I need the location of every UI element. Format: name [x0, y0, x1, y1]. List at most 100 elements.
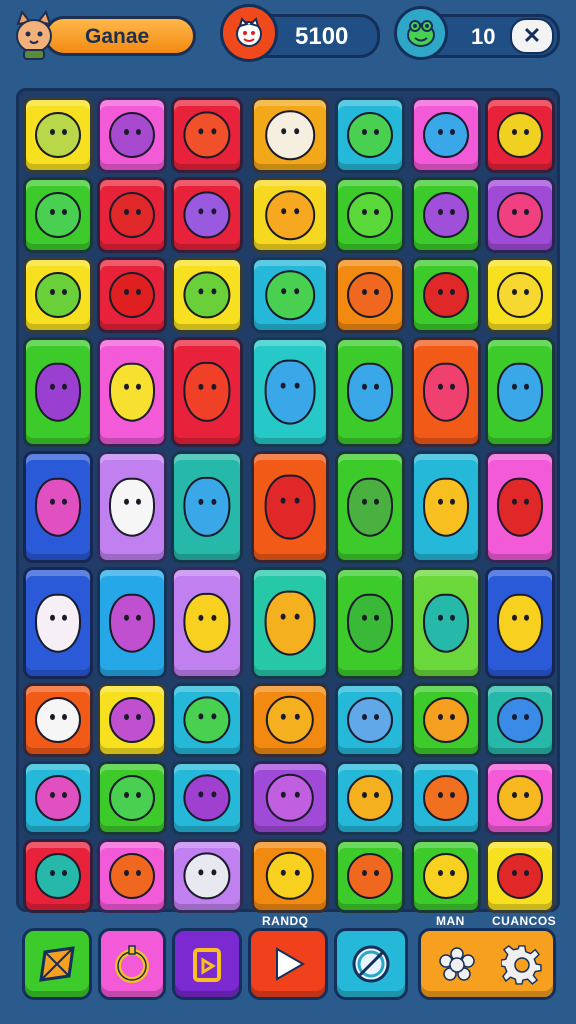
orange-cat-icon [265, 190, 315, 240]
yellow-cat-icon [265, 851, 315, 901]
box-button[interactable] [172, 928, 242, 1000]
tile-7-5[interactable] [411, 761, 481, 835]
tile-6-3[interactable] [251, 683, 329, 757]
leaf-icon [347, 192, 393, 238]
tile-4-6[interactable] [485, 451, 555, 563]
tile-6-1[interactable] [97, 683, 167, 757]
tile-8-0[interactable] [23, 839, 93, 913]
tile-6-0[interactable] [23, 683, 93, 757]
tile-3-0[interactable] [23, 337, 93, 447]
red-drop-icon [183, 361, 231, 423]
close-icon: ✕ [522, 23, 542, 48]
tile-2-4[interactable] [335, 257, 405, 333]
tile-5-5[interactable] [411, 567, 481, 679]
tile-3-3[interactable] [251, 337, 329, 447]
flower-gear-icon [439, 947, 475, 981]
tile-0-6[interactable] [485, 97, 555, 173]
tile-8-2[interactable] [171, 839, 243, 913]
orange-candy-icon [423, 697, 469, 743]
randq-label: RANDQ [262, 914, 309, 928]
tile-2-2[interactable] [171, 257, 243, 333]
teal-cat-icon [35, 853, 81, 899]
purple-bird-icon [423, 192, 469, 238]
tile-4-2[interactable] [171, 451, 243, 563]
yellow-bird-icon [423, 477, 469, 537]
ring-button[interactable] [98, 928, 166, 1000]
tile-4-0[interactable] [23, 451, 93, 563]
tile-3-5[interactable] [411, 337, 481, 447]
tile-0-2[interactable] [171, 97, 243, 173]
tile-2-0[interactable] [23, 257, 93, 333]
close-button[interactable]: ✕ [510, 18, 554, 54]
pink-blob-icon [497, 192, 543, 238]
kite-button[interactable] [22, 928, 92, 1000]
tile-1-1[interactable] [97, 177, 167, 253]
settings-button[interactable] [418, 928, 556, 1000]
tile-2-1[interactable] [97, 257, 167, 333]
tile-4-3[interactable] [251, 451, 329, 563]
tile-3-2[interactable] [171, 337, 243, 447]
orange-fruit-icon [497, 775, 543, 821]
tile-1-0[interactable] [23, 177, 93, 253]
tile-0-3[interactable] [251, 97, 329, 173]
teal-leaf-icon [423, 593, 469, 653]
orange-cat-icon [265, 695, 315, 745]
tile-5-3[interactable] [251, 567, 329, 679]
tile-2-3[interactable] [251, 257, 329, 333]
lives-badge [394, 6, 448, 60]
green-frog-icon [347, 112, 393, 158]
tile-6-6[interactable] [485, 683, 555, 757]
compass-button[interactable] [334, 928, 408, 1000]
green-cat-icon [35, 192, 81, 238]
red-blob-icon [497, 853, 543, 899]
tile-5-0[interactable] [23, 567, 93, 679]
tile-3-6[interactable] [485, 337, 555, 447]
green-apple-icon [35, 272, 81, 318]
tile-1-6[interactable] [485, 177, 555, 253]
tile-7-1[interactable] [97, 761, 167, 835]
tile-8-1[interactable] [97, 839, 167, 913]
pink-balloon-icon [423, 362, 469, 422]
red-pepper-icon [497, 477, 543, 537]
tile-0-0[interactable] [23, 97, 93, 173]
tile-0-1[interactable] [97, 97, 167, 173]
tile-1-2[interactable] [171, 177, 243, 253]
tile-6-5[interactable] [411, 683, 481, 757]
tile-2-6[interactable] [485, 257, 555, 333]
blue-planet-icon [497, 697, 543, 743]
tile-7-4[interactable] [335, 761, 405, 835]
tile-7-0[interactable] [23, 761, 93, 835]
tile-6-4[interactable] [335, 683, 405, 757]
yellow-fish-icon [497, 112, 543, 158]
yellow-lemon-icon [497, 593, 543, 653]
tile-8-3[interactable] [251, 839, 329, 913]
tile-7-6[interactable] [485, 761, 555, 835]
tile-1-3[interactable] [251, 177, 329, 253]
tile-8-5[interactable] [411, 839, 481, 913]
tile-0-4[interactable] [335, 97, 405, 173]
tile-2-5[interactable] [411, 257, 481, 333]
tile-0-5[interactable] [411, 97, 481, 173]
tile-7-3[interactable] [251, 761, 329, 835]
tile-5-1[interactable] [97, 567, 167, 679]
tile-4-1[interactable] [97, 451, 167, 563]
tile-1-5[interactable] [411, 177, 481, 253]
tile-5-4[interactable] [335, 567, 405, 679]
white-ghost-icon [35, 697, 81, 743]
paper-icon [183, 852, 231, 900]
tile-4-4[interactable] [335, 451, 405, 563]
tile-1-4[interactable] [335, 177, 405, 253]
tile-8-4[interactable] [335, 839, 405, 913]
tile-3-1[interactable] [97, 337, 167, 447]
purple-wizard-icon [109, 593, 155, 653]
tile-8-6[interactable] [485, 839, 555, 913]
tile-6-2[interactable] [171, 683, 243, 757]
fox-avatar-icon[interactable] [12, 10, 56, 60]
tile-7-2[interactable] [171, 761, 243, 835]
tile-5-2[interactable] [171, 567, 243, 679]
tile-3-4[interactable] [335, 337, 405, 447]
tile-5-6[interactable] [485, 567, 555, 679]
play-button[interactable] [248, 928, 328, 1000]
tile-4-5[interactable] [411, 451, 481, 563]
orange-fish-icon [264, 590, 316, 656]
